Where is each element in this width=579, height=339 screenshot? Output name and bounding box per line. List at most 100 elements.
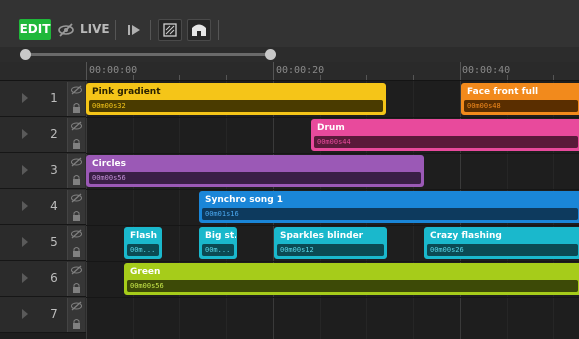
lock-icon[interactable] — [70, 173, 83, 186]
scroller-range[interactable] — [26, 53, 270, 56]
clip-name: Crazy flashing — [430, 231, 502, 241]
clip-duration: 00m00s12 — [277, 244, 384, 256]
ruler-corner — [0, 62, 86, 81]
clip-duration: 00m... — [127, 244, 159, 256]
venue-button[interactable] — [187, 19, 211, 41]
eye-slash-icon[interactable] — [70, 156, 83, 168]
track-number: 3 — [50, 163, 58, 177]
expand-arrow-icon[interactable] — [22, 165, 28, 175]
ruler-tick — [320, 75, 321, 80]
lock-icon[interactable] — [70, 317, 83, 330]
scroller-end-handle[interactable] — [265, 49, 276, 60]
ruler-tick — [179, 75, 180, 80]
clip-duration: 00m00s26 — [427, 244, 578, 256]
clip-crazy-flashing[interactable]: Crazy flashing 00m00s26 — [424, 227, 579, 259]
clip-face-front-full[interactable]: Face front full 00m00s48 — [461, 83, 579, 115]
clip-duration: 00m00s56 — [127, 280, 578, 292]
clip-duration: 00m00s56 — [89, 172, 421, 184]
toolbar-separator — [218, 20, 219, 40]
ruler-tick — [366, 75, 367, 80]
clip-name: Pink gradient — [92, 87, 161, 97]
clip-name: Flash ... — [130, 231, 161, 241]
track-controls — [67, 118, 85, 152]
lock-icon[interactable] — [70, 245, 83, 258]
clip-green[interactable]: Green 00m00s56 — [124, 263, 579, 295]
venue-icon — [192, 24, 206, 36]
row-divider — [86, 153, 579, 154]
edit-mode-button[interactable]: EDIT — [19, 19, 51, 40]
track-number: 1 — [50, 91, 58, 105]
clip-flash[interactable]: Flash ... 00m... — [124, 227, 162, 259]
toolbar: EDIT LIVE — [0, 0, 579, 48]
eye-slash-icon[interactable] — [70, 264, 83, 276]
time-label: 00:00:20 — [276, 65, 325, 76]
track-header: 1 — [0, 81, 86, 117]
expand-arrow-icon[interactable] — [22, 93, 28, 103]
clip-name: Big st... — [205, 231, 236, 241]
row-divider — [86, 297, 579, 298]
ruler-tick — [273, 62, 274, 80]
time-label: 00:00:00 — [89, 65, 138, 76]
toolbar-separator — [115, 20, 116, 40]
lock-icon[interactable] — [70, 209, 83, 222]
ruler-tick — [553, 75, 554, 80]
clip-circles[interactable]: Circles 00m00s56 — [86, 155, 424, 187]
track-controls — [67, 226, 85, 260]
row-divider — [86, 225, 579, 226]
clip-duration: 00m00s48 — [464, 100, 578, 112]
track-controls — [67, 262, 85, 296]
track-number: 2 — [50, 127, 58, 141]
track-header: 7 — [0, 297, 86, 333]
eye-slash-icon[interactable] — [70, 84, 83, 96]
ruler-tick — [507, 75, 508, 80]
track-header: 4 — [0, 189, 86, 225]
ruler-tick — [86, 62, 87, 80]
clip-name: Synchro song 1 — [205, 195, 284, 205]
clip-duration: 00m00s32 — [89, 100, 383, 112]
clip-name: Sparkles blinder — [280, 231, 364, 241]
clip-name: Face front full — [467, 87, 539, 97]
eye-slash-icon[interactable] — [70, 300, 83, 312]
play-from-start-icon[interactable] — [124, 20, 144, 40]
track-number: 7 — [50, 307, 58, 321]
lock-icon[interactable] — [70, 281, 83, 294]
lock-icon[interactable] — [70, 137, 83, 150]
ruler-tick — [413, 75, 414, 80]
clip-name: Drum — [317, 123, 345, 133]
expand-arrow-icon[interactable] — [22, 237, 28, 247]
track-header: 3 — [0, 153, 86, 189]
expand-arrow-icon[interactable] — [22, 273, 28, 283]
expand-arrow-icon[interactable] — [22, 201, 28, 211]
eye-slash-icon[interactable] — [70, 120, 83, 132]
scroller-start-handle[interactable] — [20, 49, 31, 60]
track-number: 4 — [50, 199, 58, 213]
track-controls — [67, 154, 85, 188]
clip-duration: 00m01s16 — [202, 208, 578, 220]
track-number: 5 — [50, 235, 58, 249]
ruler-tick — [226, 75, 227, 80]
time-ruler[interactable]: 00:00:00 00:00:20 00:00:40 — [86, 62, 579, 81]
clip-sparkles-blinder[interactable]: Sparkles blinder 00m00s12 — [274, 227, 387, 259]
track-controls — [67, 190, 85, 224]
clip-big-st[interactable]: Big st... 00m... — [199, 227, 237, 259]
track-controls — [67, 82, 85, 116]
row-divider — [86, 189, 579, 190]
striped-grid-icon — [163, 23, 177, 37]
row-divider — [86, 261, 579, 262]
eye-slash-icon[interactable] — [70, 192, 83, 204]
expand-arrow-icon[interactable] — [22, 129, 28, 139]
expand-arrow-icon[interactable] — [22, 309, 28, 319]
grid-toggle-button[interactable] — [158, 19, 182, 41]
eye-slash-icon[interactable] — [57, 21, 75, 39]
clip-drum[interactable]: Drum 00m00s44 — [311, 119, 579, 151]
clip-pink-gradient[interactable]: Pink gradient 00m00s32 — [86, 83, 386, 115]
clip-synchro-song[interactable]: Synchro song 1 00m01s16 — [199, 191, 579, 223]
lock-icon[interactable] — [70, 101, 83, 114]
track-header: 5 — [0, 225, 86, 261]
ruler-tick — [460, 62, 461, 80]
clip-duration: 00m... — [202, 244, 234, 256]
timeline-scroller — [0, 47, 579, 62]
track-number: 6 — [50, 271, 58, 285]
eye-slash-icon[interactable] — [70, 228, 83, 240]
live-mode-button[interactable]: LIVE — [80, 19, 110, 40]
